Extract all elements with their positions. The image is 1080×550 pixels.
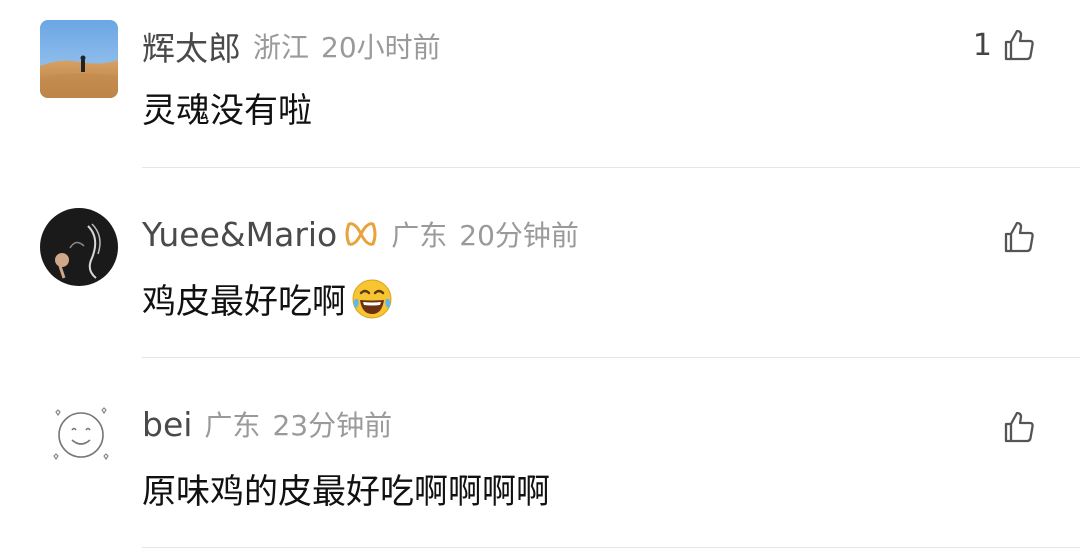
comment-text: 灵魂没有啦 (142, 83, 312, 132)
comment-item: Yuee&Mario 广东 20分钟前 鸡皮最好吃啊 (0, 190, 1080, 358)
comment-text: 鸡皮最好吃啊 (142, 274, 394, 323)
timestamp: 23分钟前 (272, 409, 393, 442)
like-button[interactable]: 1 (973, 26, 1038, 64)
desert-photo-avatar (40, 20, 118, 98)
divider (142, 357, 1080, 358)
dark-illustration-avatar (40, 208, 118, 286)
like-count: 1 (972, 27, 992, 63)
divider (142, 547, 1080, 548)
avatar[interactable] (40, 208, 118, 286)
username[interactable]: 辉太郎 (142, 22, 241, 70)
timestamp: 20小时前 (321, 31, 441, 64)
comment-text-value: 原味鸡的皮最好吃啊啊啊啊 (142, 472, 550, 512)
comment-text: 原味鸡的皮最好吃啊啊啊啊 (142, 464, 550, 513)
comment-text-value: 鸡皮最好吃啊 (142, 282, 346, 322)
like-button[interactable] (992, 408, 1038, 446)
comment-item: 辉太郎 浙江 20小时前 灵魂没有啦 1 (0, 0, 1080, 168)
comment-header: 辉太郎 浙江 20小时前 (142, 22, 441, 70)
timestamp: 20分钟前 (459, 219, 579, 252)
comment-list: 辉太郎 浙江 20小时前 灵魂没有啦 1 Yuee&Mario 广东 20分钟前… (0, 0, 1080, 550)
like-button[interactable] (992, 218, 1038, 256)
infinity-badge-icon (345, 222, 377, 246)
username[interactable]: bei (142, 405, 192, 444)
smiley-face-avatar (53, 407, 109, 461)
avatar[interactable] (40, 20, 118, 98)
username[interactable]: Yuee&Mario (142, 215, 337, 254)
location-label: 广东 (391, 219, 448, 252)
location-label: 广东 (204, 409, 261, 442)
comment-header: Yuee&Mario 广东 20分钟前 (142, 214, 579, 254)
location-label: 浙江 (253, 31, 310, 64)
thumbs-up-icon (1004, 411, 1034, 443)
comment-header: bei 广东 23分钟前 (142, 404, 392, 444)
comment-text-value: 灵魂没有啦 (142, 91, 312, 131)
divider (142, 167, 1080, 168)
comment-item: bei 广东 23分钟前 原味鸡的皮最好吃啊啊啊啊 (0, 380, 1080, 548)
avatar[interactable] (50, 404, 112, 466)
thumbs-up-icon (1004, 221, 1034, 253)
laughing-tears-emoji (352, 279, 392, 318)
thumbs-up-icon (1004, 29, 1034, 61)
